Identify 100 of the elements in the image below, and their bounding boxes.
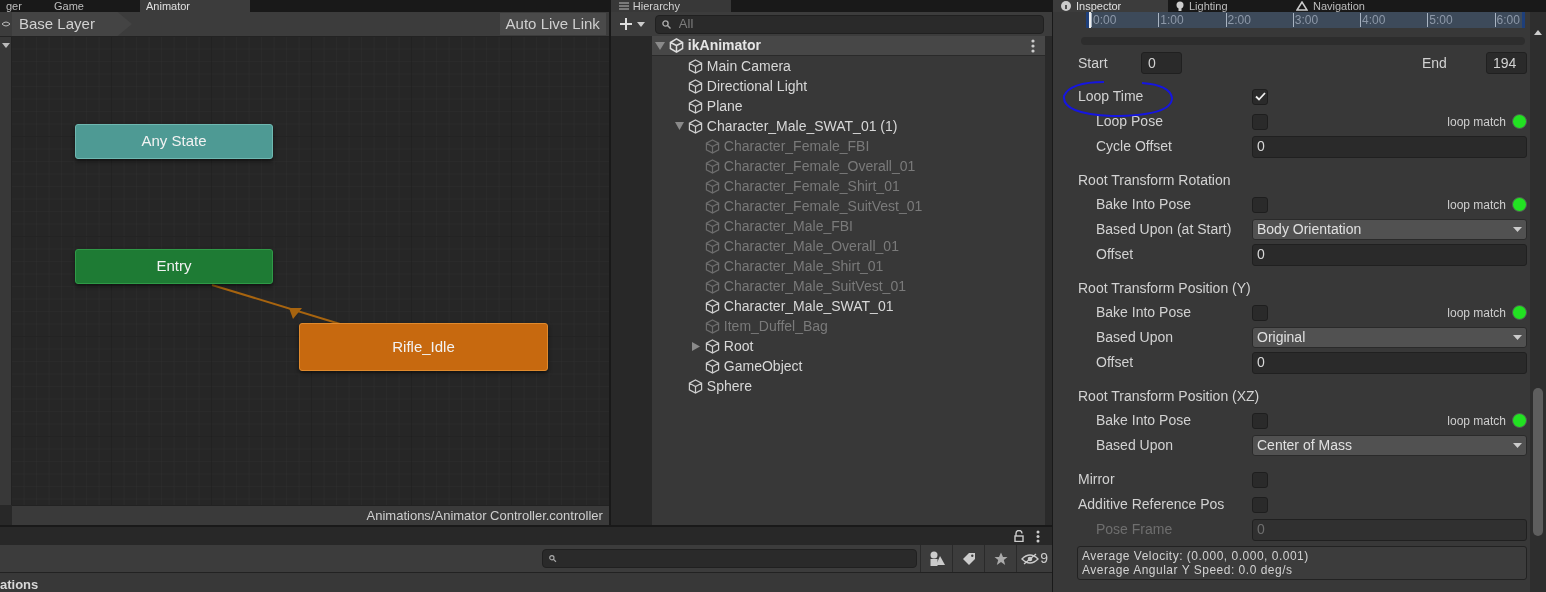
search-field[interactable]: All bbox=[654, 14, 1044, 34]
hierarchy-item[interactable]: Root bbox=[723, 335, 754, 357]
timeline-label: 6:00 bbox=[1494, 13, 1520, 27]
dropdown[interactable]: Center of Mass bbox=[1252, 435, 1527, 456]
loop-match-label: loop match bbox=[1447, 304, 1506, 322]
checkbox[interactable] bbox=[1252, 496, 1268, 513]
cube-icon bbox=[687, 98, 703, 114]
breadcrumb[interactable]: Base Layer bbox=[12, 12, 132, 36]
cube-icon bbox=[704, 358, 720, 374]
tab[interactable]: Navigation bbox=[1313, 0, 1365, 12]
tab[interactable]: Lighting bbox=[1189, 0, 1228, 12]
scroll-up-icon[interactable] bbox=[1534, 30, 1542, 35]
end-field[interactable]: 194 bbox=[1486, 52, 1527, 74]
checkbox[interactable] bbox=[1252, 113, 1268, 130]
loop-match-label: loop match bbox=[1447, 412, 1506, 430]
info-text: Average Velocity: (0.000, 0.000, 0.001) bbox=[1082, 549, 1310, 563]
expand-arrow-icon[interactable] bbox=[654, 41, 665, 50]
number-field[interactable]: 0 bbox=[1252, 351, 1527, 374]
cube-icon bbox=[704, 258, 720, 274]
hierarchy-item[interactable]: Main Camera bbox=[706, 55, 791, 77]
field-label: Cycle Offset bbox=[1095, 137, 1173, 156]
timeline-label: 2:00 bbox=[1225, 13, 1251, 27]
cube-icon bbox=[704, 298, 720, 314]
loop-match-label: loop match bbox=[1447, 113, 1506, 131]
field-label: Start bbox=[1078, 53, 1109, 73]
add-icon[interactable] bbox=[618, 17, 647, 31]
cube-icon bbox=[704, 218, 720, 234]
timeline-label: 3:00 bbox=[1292, 13, 1319, 27]
field-label: Mirror bbox=[1078, 470, 1116, 489]
transition-arrow[interactable] bbox=[211, 284, 341, 325]
more-icon[interactable] bbox=[1031, 38, 1035, 53]
field-label: End bbox=[1422, 53, 1448, 73]
start-field[interactable]: 0 bbox=[1141, 52, 1182, 74]
cube-icon bbox=[704, 178, 720, 194]
caret-icon bbox=[1513, 227, 1522, 232]
bulb-icon bbox=[1176, 1, 1184, 11]
scrollbar-thumb[interactable] bbox=[1533, 388, 1543, 536]
field-label: Based Upon (at Start) bbox=[1095, 220, 1233, 239]
field-label: Additive Reference Pos bbox=[1078, 495, 1226, 514]
field-label: Loop Pose bbox=[1095, 112, 1164, 131]
auto-live-link-button[interactable]: Auto Live Link bbox=[499, 13, 606, 35]
navigation-icon bbox=[1296, 1, 1308, 11]
lock-icon[interactable] bbox=[1014, 530, 1024, 542]
hierarchy-item[interactable]: GameObject bbox=[723, 355, 803, 377]
number-field[interactable]: 0 bbox=[1252, 135, 1527, 158]
hierarchy-item[interactable]: Plane bbox=[706, 95, 743, 117]
field-label: Based Upon bbox=[1095, 436, 1175, 455]
search-field[interactable] bbox=[542, 549, 918, 568]
caret-icon bbox=[1513, 443, 1522, 448]
collapse-arrow-icon[interactable] bbox=[692, 341, 701, 351]
tab[interactable]: Animator bbox=[140, 0, 250, 12]
cube-icon bbox=[687, 78, 703, 94]
cube-icon bbox=[687, 378, 703, 394]
eye-icon[interactable] bbox=[2, 20, 10, 28]
caret-icon bbox=[1513, 335, 1522, 340]
hierarchy-item[interactable]: Directional Light bbox=[706, 75, 808, 97]
dropdown[interactable]: Body Orientation bbox=[1252, 219, 1527, 240]
field-label: Offset bbox=[1095, 353, 1135, 372]
dropdown[interactable]: Original bbox=[1252, 327, 1527, 348]
cube-icon bbox=[704, 238, 720, 254]
field-label: Bake Into Pose bbox=[1095, 303, 1192, 322]
timeline-label: 1:00 bbox=[1158, 13, 1184, 27]
search-icon bbox=[549, 554, 559, 563]
section-header: Root Transform Position (Y) bbox=[1078, 278, 1252, 298]
checkbox[interactable] bbox=[1252, 412, 1268, 429]
cube-icon bbox=[687, 58, 703, 74]
checkbox[interactable] bbox=[1252, 196, 1268, 213]
tag-icon bbox=[961, 551, 976, 566]
hierarchy-item[interactable]: Sphere bbox=[706, 375, 752, 397]
more-icon[interactable] bbox=[1036, 529, 1040, 543]
hidden-packages-button[interactable]: 9 bbox=[1016, 545, 1052, 572]
expand-arrow-icon[interactable] bbox=[674, 122, 684, 130]
timeline-label: 4:00 bbox=[1360, 13, 1386, 27]
state-node[interactable]: Entry bbox=[75, 249, 273, 284]
list-icon bbox=[618, 2, 629, 10]
number-field[interactable]: 0 bbox=[1252, 243, 1527, 266]
cube-icon bbox=[704, 318, 720, 334]
section-header: Root Transform Position (XZ) bbox=[1078, 386, 1261, 406]
checkbox[interactable] bbox=[1252, 304, 1268, 321]
controller-path: Animations/Animator Controller.controller bbox=[366, 506, 603, 525]
info-text: Average Angular Y Speed: 0.0 deg/s bbox=[1082, 563, 1294, 577]
checkbox[interactable] bbox=[1252, 88, 1268, 105]
cube-icon bbox=[704, 158, 720, 174]
hierarchy-item[interactable]: Character_Male_SWAT_01 (1) bbox=[706, 115, 898, 137]
cube-icon bbox=[704, 138, 720, 154]
field-label: Based Upon bbox=[1095, 328, 1175, 347]
collapse-arrow-icon[interactable] bbox=[1, 43, 10, 48]
star-icon bbox=[993, 551, 1008, 566]
unity-logo-icon bbox=[668, 38, 684, 53]
cube-icon bbox=[704, 338, 720, 354]
scene-name[interactable]: ikAnimator bbox=[687, 35, 761, 56]
loop-match-label: loop match bbox=[1447, 196, 1506, 214]
cube-icon bbox=[704, 278, 720, 294]
timeline-label: 0:00 bbox=[1091, 13, 1117, 27]
hidden-eye-icon bbox=[1021, 552, 1040, 565]
checkbox[interactable] bbox=[1252, 471, 1268, 488]
field-label: Loop Time bbox=[1078, 87, 1145, 106]
search-icon bbox=[661, 19, 673, 29]
section-header: Root Transform Rotation bbox=[1078, 170, 1232, 190]
hierarchy-item[interactable]: Character_Male_SWAT_01 bbox=[723, 295, 894, 317]
